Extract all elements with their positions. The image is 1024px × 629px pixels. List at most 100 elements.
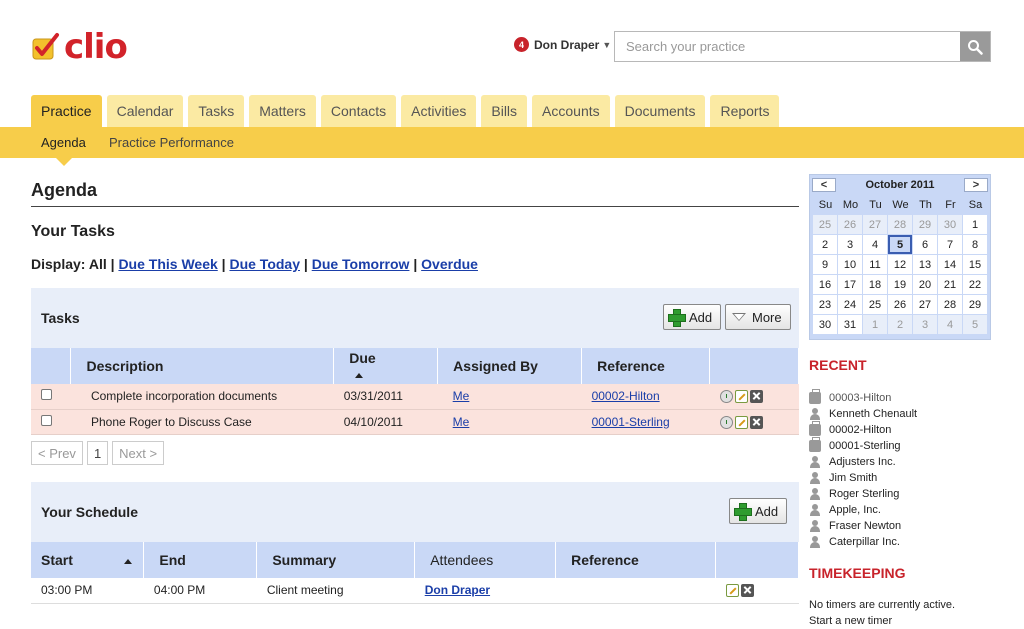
tab-tasks[interactable]: Tasks [188,95,245,127]
timer-icon[interactable] [719,415,733,429]
calendar-day[interactable]: 30 [813,315,837,334]
calendar-day[interactable]: 4 [863,235,887,254]
task-assigned-by-link[interactable]: Me [453,415,470,429]
tab-calendar[interactable]: Calendar [106,95,184,127]
calendar-day[interactable]: 21 [938,275,962,294]
search-input[interactable] [615,32,960,61]
calendar-day[interactable]: 7 [938,235,962,254]
user-menu[interactable]: 4 Don Draper ▼ [514,37,611,52]
calendar-day[interactable]: 27 [913,295,937,314]
column-header-end[interactable]: End [143,542,258,578]
prev-page-button[interactable]: < Prev [31,441,83,465]
recent-item[interactable]: Adjusters Inc. [809,454,917,470]
calendar-day[interactable]: 28 [938,295,962,314]
calendar-day[interactable]: 29 [963,295,987,314]
row-checkbox[interactable] [41,414,52,426]
recent-item[interactable]: Apple, Inc. [809,502,917,518]
calendar-day[interactable]: 13 [913,255,937,274]
calendar-prev-button[interactable]: < [812,178,836,192]
task-assigned-by-link[interactable]: Me [453,389,470,403]
calendar-day[interactable]: 16 [813,275,837,294]
calendar-day[interactable]: 26 [838,215,862,234]
edit-icon[interactable] [734,390,748,404]
tab-accounts[interactable]: Accounts [532,95,610,127]
edit-icon[interactable] [725,584,739,598]
subnav-agenda[interactable]: Agenda [41,127,86,158]
notification-badge[interactable]: 4 [514,37,529,52]
calendar-day[interactable]: 14 [938,255,962,274]
event-attendee-link[interactable]: Don Draper [425,583,490,597]
clio-logo[interactable]: clio [31,30,128,64]
calendar-day[interactable]: 8 [963,235,987,254]
calendar-day[interactable]: 20 [913,275,937,294]
tab-reports[interactable]: Reports [710,95,780,127]
calendar-day[interactable]: 3 [838,235,862,254]
column-header-attendees[interactable]: Attendees [414,542,557,578]
recent-item[interactable]: 00001-Sterling [809,437,917,454]
calendar-day[interactable]: 18 [863,275,887,294]
edit-icon[interactable] [734,415,748,429]
calendar-day[interactable]: 3 [913,315,937,334]
recent-item[interactable]: 00002-Hilton [809,421,917,438]
calendar-day[interactable]: 5 [888,235,912,254]
column-header-start[interactable]: Start [31,542,145,578]
page-number[interactable]: 1 [86,441,109,465]
calendar-day[interactable]: 4 [938,315,962,334]
recent-item[interactable]: Fraser Newton [809,518,917,534]
recent-item[interactable]: Caterpillar Inc. [809,534,917,550]
calendar-day[interactable]: 1 [863,315,887,334]
recent-item[interactable]: Roger Sterling [809,486,917,502]
add-task-button[interactable]: Add [663,304,722,330]
calendar-day[interactable]: 2 [813,235,837,254]
calendar-day[interactable]: 25 [813,215,837,234]
tab-bills[interactable]: Bills [481,95,528,127]
calendar-day[interactable]: 5 [963,315,987,334]
filter-overdue[interactable]: Overdue [421,256,478,272]
next-page-button[interactable]: Next > [112,441,165,465]
calendar-day[interactable]: 1 [963,215,987,234]
calendar-day[interactable]: 9 [813,255,837,274]
calendar-day[interactable]: 10 [838,255,862,274]
column-header-reference[interactable]: Reference [555,542,717,578]
calendar-day[interactable]: 15 [963,255,987,274]
filter-due-this-week[interactable]: Due This Week [118,256,217,272]
column-header-assigned-by[interactable]: Assigned By [437,348,583,384]
start-timer-link[interactable]: Start a new timer [809,615,892,627]
calendar-day[interactable]: 17 [838,275,862,294]
column-header-summary[interactable]: Summary [256,542,416,578]
calendar-day[interactable]: 2 [888,315,912,334]
calendar-day[interactable]: 31 [838,315,862,334]
column-header-description[interactable]: Description [70,348,335,384]
calendar-day[interactable]: 25 [863,295,887,314]
recent-item[interactable]: Jim Smith [809,470,917,486]
calendar-day[interactable]: 26 [888,295,912,314]
calendar-day[interactable]: 6 [913,235,937,254]
row-checkbox[interactable] [41,389,52,401]
search-button[interactable] [960,32,990,61]
calendar-day[interactable]: 28 [888,215,912,234]
add-schedule-button[interactable]: Add [729,498,788,524]
delete-icon[interactable] [740,584,754,598]
calendar-day[interactable]: 29 [913,215,937,234]
tab-matters[interactable]: Matters [249,95,316,127]
more-button[interactable]: More [725,304,791,330]
tab-activities[interactable]: Activities [401,95,477,127]
recent-item[interactable]: Kenneth Chenault [809,406,917,422]
calendar-day[interactable]: 11 [863,255,887,274]
calendar-next-button[interactable]: > [964,178,988,192]
calendar-day[interactable]: 23 [813,295,837,314]
calendar-day[interactable]: 22 [963,275,987,294]
tab-documents[interactable]: Documents [614,95,706,127]
calendar-day[interactable]: 19 [888,275,912,294]
tab-practice[interactable]: Practice [31,95,102,127]
subnav-practice-performance[interactable]: Practice Performance [109,127,234,158]
recent-item[interactable]: 00003-Hilton [809,389,917,406]
filter-due-today[interactable]: Due Today [229,256,300,272]
delete-icon[interactable] [749,415,763,429]
tab-contacts[interactable]: Contacts [320,95,397,127]
column-header-reference[interactable]: Reference [581,348,711,384]
timer-icon[interactable] [719,390,733,404]
task-reference-link[interactable]: 00002-Hilton [592,389,660,403]
calendar-day[interactable]: 27 [863,215,887,234]
calendar-day[interactable]: 24 [838,295,862,314]
